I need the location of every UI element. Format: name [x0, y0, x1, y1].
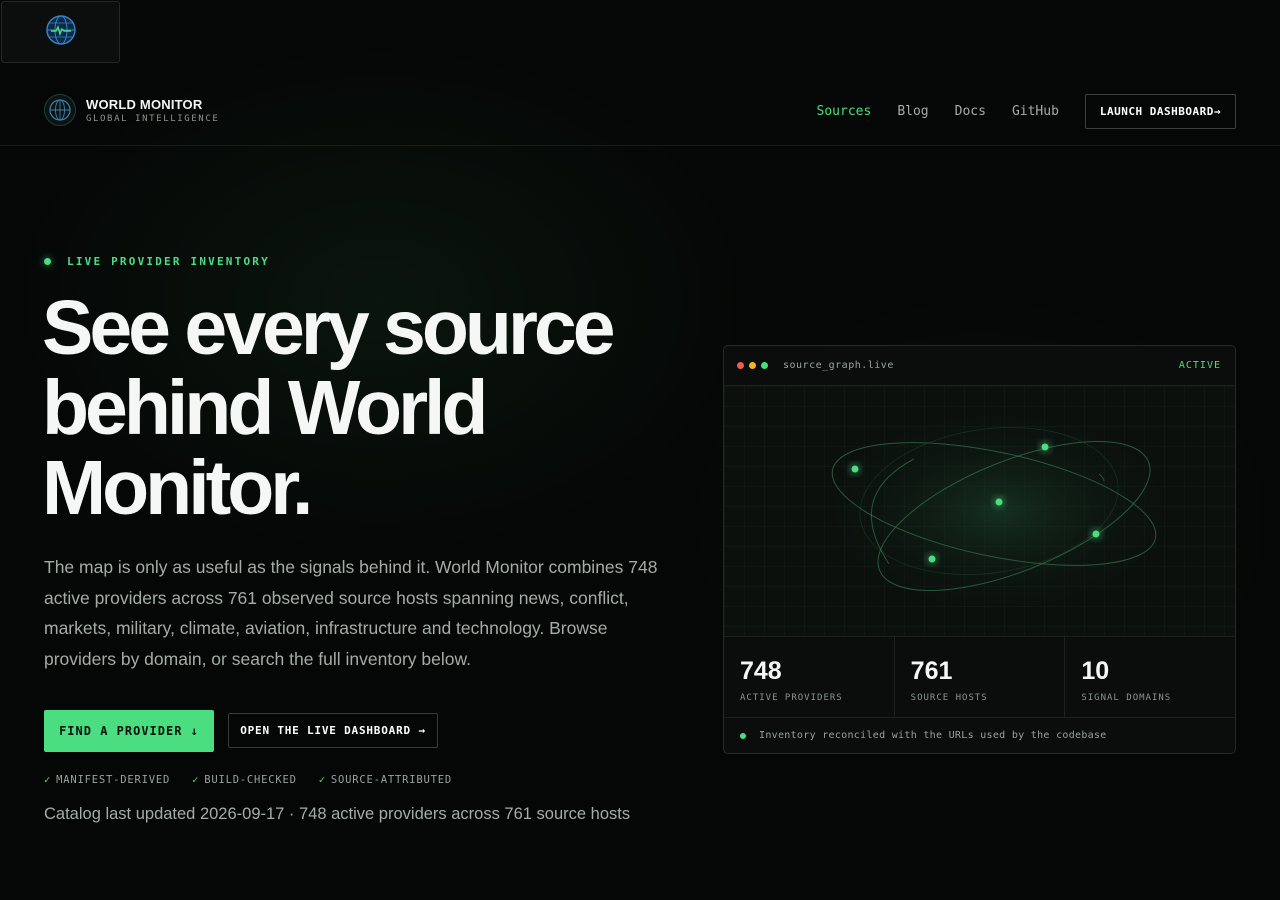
launch-dashboard-button[interactable]: LAUNCH DASHBOARD→	[1084, 94, 1236, 129]
window-close-dot	[737, 362, 744, 369]
stat-label: SIGNAL DOMAINS	[1081, 693, 1172, 703]
stat-source-hosts: 761 SOURCE HOSTS	[895, 637, 1066, 717]
eyebrow-text: LIVE PROVIDER INVENTORY	[67, 255, 270, 268]
check-item: ✓ SOURCE-ATTRIBUTED	[318, 774, 452, 786]
graph-node	[848, 462, 862, 476]
page-thumbnail[interactable]	[1, 1, 120, 63]
check-item: ✓ BUILD-CHECKED	[192, 774, 297, 786]
graph-node	[925, 552, 939, 566]
stat-value: 748	[740, 657, 782, 685]
card-titlebar: source_graph.live ACTIVE	[724, 346, 1235, 386]
globe-icon	[45, 14, 77, 51]
stats-row: 748 ACTIVE PROVIDERS 761 SOURCE HOSTS 10…	[724, 637, 1235, 718]
orbit-graph	[809, 401, 1189, 621]
footer-note: Inventory reconciled with the URLs used …	[759, 730, 1107, 741]
source-graph-visual	[724, 386, 1235, 637]
stat-value: 761	[910, 657, 953, 685]
card-footer: Inventory reconciled with the URLs used …	[724, 718, 1235, 753]
nav-link-blog[interactable]: Blog	[897, 104, 928, 119]
checkmark-icon: ✓	[192, 774, 200, 786]
globe-icon	[44, 94, 76, 126]
nav-link-sources[interactable]: Sources	[817, 104, 872, 119]
open-dashboard-button[interactable]: OPEN THE LIVE DASHBOARD →	[228, 713, 438, 748]
brand-tagline: GLOBAL INTELLIGENCE	[86, 113, 220, 124]
window-maximize-dot	[761, 362, 768, 369]
checkmark-icon: ✓	[318, 774, 326, 786]
live-indicator-icon	[44, 258, 51, 265]
nav-link-github[interactable]: GitHub	[1012, 104, 1059, 119]
catalog-updated-note: Catalog last updated 2026-09-17 · 748 ac…	[44, 805, 631, 823]
brand-name: WORLD MONITOR	[86, 96, 203, 112]
source-graph-card: source_graph.live ACTIVE 748 ACTIVE PROV…	[723, 345, 1236, 754]
hero-description: The map is only as useful as the signals…	[44, 557, 658, 670]
window-minimize-dot	[749, 362, 756, 369]
hero-eyebrow: LIVE PROVIDER INVENTORY	[44, 255, 270, 268]
main-nav: Sources Blog Docs GitHub LAUNCH DASHBOAR…	[817, 94, 1236, 129]
find-provider-button[interactable]: FIND A PROVIDER ↓	[44, 710, 214, 752]
stat-value: 10	[1081, 657, 1110, 685]
card-title: source_graph.live	[783, 360, 894, 371]
trust-checklist: ✓ MANIFEST-DERIVED ✓ BUILD-CHECKED ✓ SOURCE…	[44, 774, 474, 786]
hero-headline: See every source behind World Monitor.	[42, 285, 616, 531]
checkmark-icon: ✓	[44, 774, 52, 786]
site-header: WORLD MONITOR GLOBAL INTELLIGENCE Source…	[0, 76, 1280, 146]
stat-label: ACTIVE PROVIDERS	[740, 693, 843, 703]
check-item: ✓ MANIFEST-DERIVED	[44, 774, 171, 786]
status-badge: ACTIVE	[1178, 360, 1221, 371]
graph-node	[992, 495, 1006, 509]
stat-signal-domains: 10 SIGNAL DOMAINS	[1065, 637, 1235, 717]
brand[interactable]: WORLD MONITOR GLOBAL INTELLIGENCE	[44, 94, 219, 126]
stat-active-providers: 748 ACTIVE PROVIDERS	[724, 637, 895, 717]
graph-node	[1038, 440, 1052, 454]
status-dot-icon	[740, 732, 746, 739]
stat-label: SOURCE HOSTS	[910, 693, 988, 703]
graph-node	[1089, 527, 1103, 541]
nav-link-docs[interactable]: Docs	[955, 104, 986, 119]
